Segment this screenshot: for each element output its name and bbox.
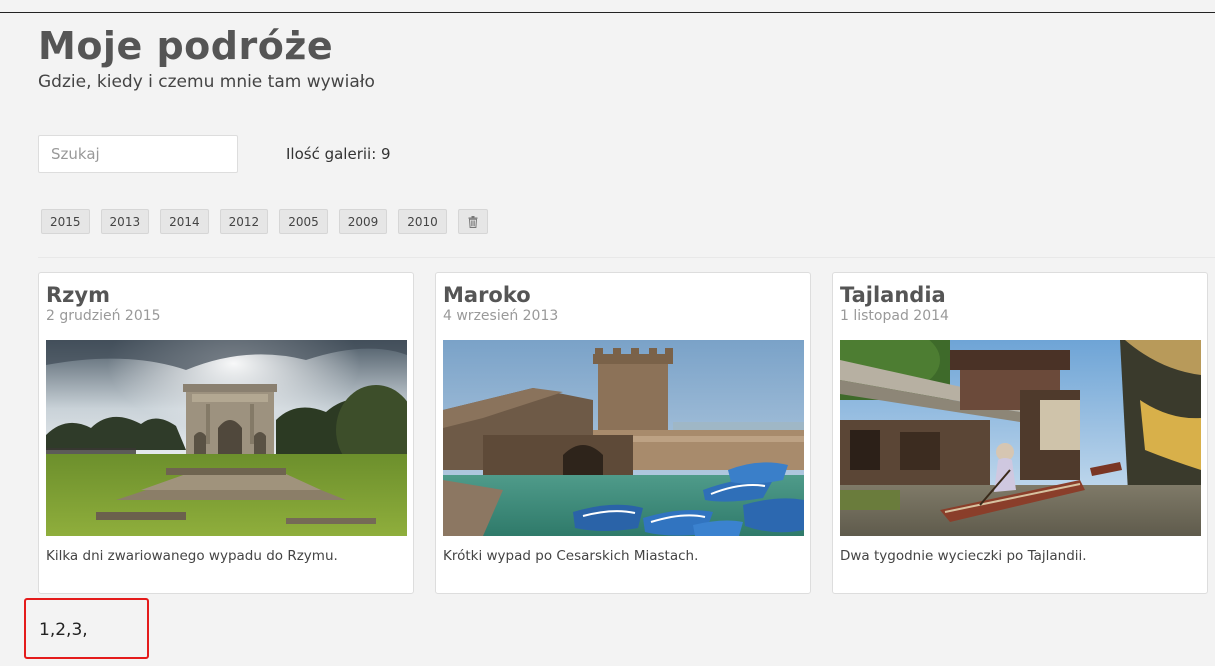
top-border <box>0 12 1215 13</box>
page-title: Moje podróże <box>38 24 334 68</box>
page-subtitle: Gdzie, kiedy i czemu mnie tam wywiało <box>38 72 375 92</box>
card-date: 4 wrzesień 2013 <box>443 308 559 324</box>
trash-icon <box>468 215 478 228</box>
card-title: Rzym <box>46 283 110 307</box>
tag-2005[interactable]: 2005 <box>279 209 328 234</box>
search-row: Ilość galerii: 9 <box>38 135 391 173</box>
gallery-list: Rzym 2 grudzień 2015 Kilka dni zwariowan… <box>38 272 1208 594</box>
card-date: 1 listopad 2014 <box>840 308 949 324</box>
arch-of-constantine-photo[interactable] <box>46 340 407 536</box>
card-description: Dwa tygodnie wycieczki po Tajlandii. <box>840 548 1087 564</box>
tag-2013[interactable]: 2013 <box>100 209 150 234</box>
harbor-fortress-blue-boats-photo[interactable] <box>443 340 804 536</box>
gallery-count: Ilość galerii: 9 <box>286 145 391 163</box>
gallery-card-maroko[interactable]: Maroko 4 wrzesień 2013 Krótki wypad po C… <box>435 272 811 594</box>
search-input[interactable] <box>38 135 238 173</box>
card-description: Krótki wypad po Cesarskich Miastach. <box>443 548 699 564</box>
tag-2012[interactable]: 2012 <box>219 209 269 234</box>
card-title: Maroko <box>443 283 531 307</box>
tag-2010[interactable]: 2010 <box>398 209 447 234</box>
tag-2009[interactable]: 2009 <box>338 209 388 234</box>
section-divider <box>38 257 1215 258</box>
page-header: Moje podróże Gdzie, kiedy i czemu mnie t… <box>38 22 375 94</box>
floating-market-photo[interactable] <box>840 340 1201 536</box>
gallery-card-tajlandia[interactable]: Tajlandia 1 listopad 2014 Dwa tygodnie w… <box>832 272 1208 594</box>
clear-filter-button[interactable] <box>457 209 488 234</box>
tag-2015[interactable]: 2015 <box>41 209 90 234</box>
pagination-text[interactable]: 1,2,3, <box>39 620 88 640</box>
year-filter-tags: 2015 2013 2014 2012 2005 2009 2010 <box>41 209 488 234</box>
gallery-card-rzym[interactable]: Rzym 2 grudzień 2015 Kilka dni zwariowan… <box>38 272 414 594</box>
card-title: Tajlandia <box>840 283 946 307</box>
card-description: Kilka dni zwariowanego wypadu do Rzymu. <box>46 548 338 564</box>
pagination: 1,2,3, <box>24 598 149 659</box>
tag-2014[interactable]: 2014 <box>160 209 209 234</box>
card-date: 2 grudzień 2015 <box>46 308 161 324</box>
